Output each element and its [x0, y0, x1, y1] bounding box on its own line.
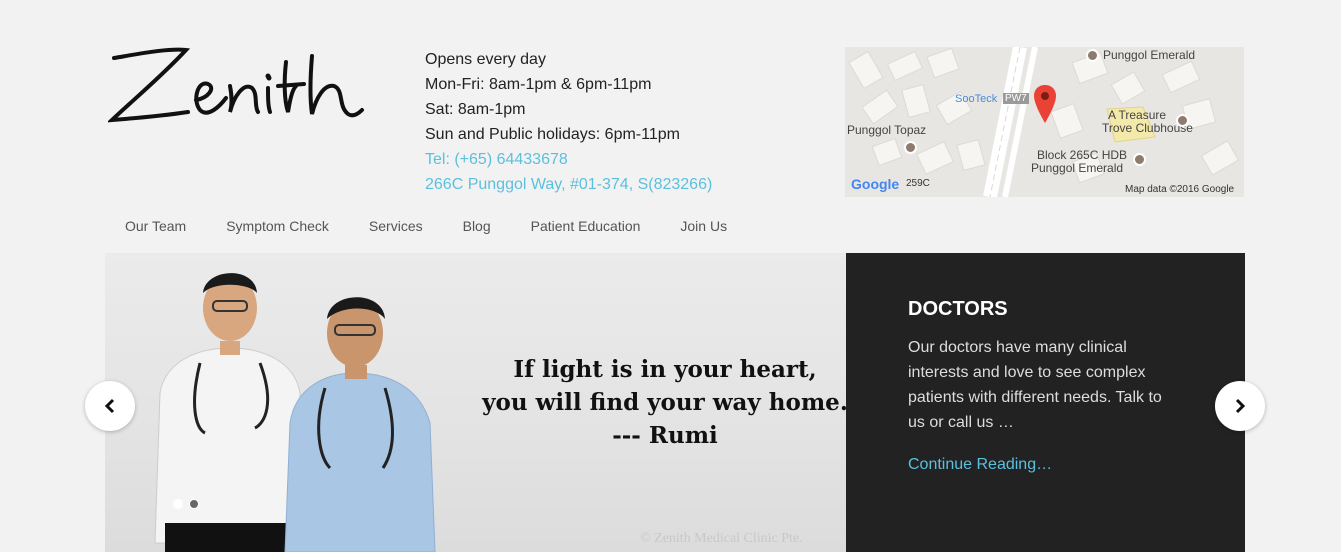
poi-icon[interactable]	[904, 141, 917, 154]
nav-item-services[interactable]: Services	[349, 212, 443, 242]
zenith-logo-script	[106, 47, 364, 123]
clubhouse-icon[interactable]	[1176, 114, 1189, 127]
slider-next-button[interactable]	[1215, 381, 1265, 431]
slide-dot-1[interactable]	[173, 499, 183, 509]
clinic-hours: Opens every day Mon-Fri: 8am-1pm & 6pm-1…	[425, 47, 712, 197]
chevron-left-icon	[104, 398, 115, 414]
hours-line-sunday: Sun and Public holidays: 6pm-11pm	[425, 126, 680, 143]
nav-item-blog[interactable]: Blog	[443, 212, 511, 242]
map-label-block-2: Punggol Emerald	[1031, 161, 1124, 175]
map-label-block-1: Block 265C HDB	[1037, 148, 1128, 162]
address-link[interactable]: 266C Punggol Way, #01-374, S(823266)	[425, 172, 712, 197]
location-map[interactable]: Punggol Emerald SooTeck PW7 A Treasure T…	[845, 47, 1244, 197]
hours-line-weekday: Mon-Fri: 8am-1pm & 6pm-11pm	[425, 76, 652, 93]
map-label-treasure-1: A Treasure	[1108, 108, 1167, 122]
quote-line-1: If light is in your heart,	[513, 356, 817, 383]
phone-link[interactable]: Tel: (+65) 64433678	[425, 147, 712, 172]
main-nav: Our Team Symptom Check Services Blog Pat…	[105, 212, 747, 242]
panel-body: Our doctors have many clinical interests…	[908, 339, 1162, 431]
map-label-pw7: PW7	[1003, 93, 1029, 104]
map-label-sooteck: SooTeck	[955, 93, 998, 105]
chevron-right-icon	[1235, 398, 1246, 414]
slide-indicators	[173, 499, 199, 509]
slider-prev-button[interactable]	[85, 381, 135, 431]
poi-icon[interactable]	[1086, 49, 1099, 62]
continue-reading-link[interactable]: Continue Reading…	[908, 456, 1052, 474]
map-pin-icon[interactable]	[1034, 85, 1056, 123]
map-label-punggol-emerald: Punggol Emerald	[1103, 48, 1196, 62]
quote-author: --- Rumi	[612, 422, 718, 449]
quote-line-2: you will find your way home.	[482, 389, 846, 416]
nav-item-symptom-check[interactable]: Symptom Check	[206, 212, 349, 242]
nav-item-our-team[interactable]: Our Team	[105, 212, 206, 242]
hours-line-1: Opens every day	[425, 51, 546, 68]
map-label-259c: 259C	[906, 178, 930, 189]
map-label-punggol-topaz: Punggol Topaz	[847, 123, 927, 137]
google-logo: Google	[851, 176, 900, 192]
panel-title: DOCTORS	[908, 298, 1008, 320]
poi-icon[interactable]	[1133, 153, 1146, 166]
nav-item-join-us[interactable]: Join Us	[660, 212, 747, 242]
nav-item-patient-education[interactable]: Patient Education	[511, 212, 661, 242]
slide-dot-2[interactable]	[189, 499, 199, 509]
hero-slide[interactable]: If light is in your heart, you will find…	[105, 253, 846, 552]
doctors-panel: DOCTORS Our doctors have many clinical i…	[846, 253, 1245, 552]
hours-line-saturday: Sat: 8am-1pm	[425, 101, 526, 118]
slide-quote: If light is in your heart, you will find…	[455, 353, 846, 452]
map-attribution: Map data ©2016 Google	[1125, 184, 1235, 195]
site-logo[interactable]	[106, 40, 368, 130]
photo-watermark: © Zenith Medical Clinic Pte.	[640, 531, 803, 546]
